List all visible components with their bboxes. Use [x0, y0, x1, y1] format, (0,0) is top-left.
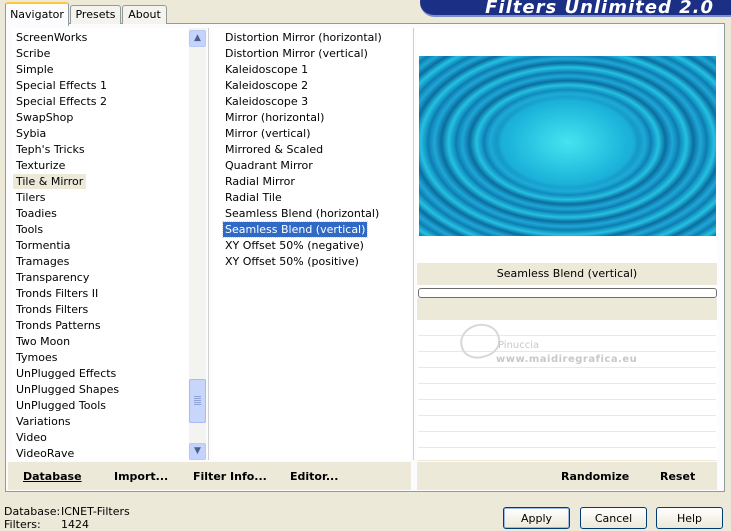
- divider: [413, 28, 414, 460]
- database-label: Database:: [4, 505, 61, 518]
- filter-item[interactable]: Mirror (horizontal): [223, 110, 326, 125]
- title-banner: Filters Unlimited 2.0: [420, 0, 731, 18]
- category-item[interactable]: Transparency: [16, 270, 89, 285]
- filter-item[interactable]: Kaleidoscope 2: [223, 78, 310, 93]
- scroll-up-button[interactable]: ▲: [189, 30, 206, 47]
- divider: [208, 28, 209, 460]
- parameter-row: [418, 384, 716, 400]
- category-item[interactable]: Sybia: [16, 126, 46, 141]
- progress-bar: [418, 288, 717, 298]
- category-item[interactable]: Tramages: [16, 254, 69, 269]
- filter-item[interactable]: Mirrored & Scaled: [223, 142, 325, 157]
- category-item[interactable]: ScreenWorks: [16, 30, 87, 45]
- filter-item[interactable]: Radial Tile: [223, 190, 284, 205]
- randomize-button[interactable]: Randomize: [561, 470, 629, 483]
- scroll-down-button[interactable]: ▼: [189, 443, 206, 460]
- category-item[interactable]: Simple: [16, 62, 54, 77]
- filter-item[interactable]: XY Offset 50% (negative): [223, 238, 366, 253]
- database-value: ICNET-Filters: [61, 505, 130, 518]
- category-item[interactable]: Video: [16, 430, 47, 445]
- category-item[interactable]: Tymoes: [16, 350, 57, 365]
- category-item[interactable]: Scribe: [16, 46, 50, 61]
- scroll-thumb[interactable]: [189, 379, 206, 423]
- category-item[interactable]: Tronds Filters II: [16, 286, 98, 301]
- parameter-row: [418, 448, 716, 461]
- category-item[interactable]: Special Effects 2: [16, 94, 107, 109]
- tab-navigator[interactable]: Navigator: [5, 2, 69, 26]
- category-item[interactable]: Special Effects 1: [16, 78, 107, 93]
- filter-item[interactable]: Seamless Blend (vertical): [221, 221, 369, 238]
- tab-about[interactable]: About: [122, 5, 167, 24]
- category-item[interactable]: Tools: [16, 222, 43, 237]
- category-item[interactable]: Tormentia: [16, 238, 70, 253]
- category-item[interactable]: UnPlugged Shapes: [16, 382, 119, 397]
- database-button[interactable]: Database: [23, 470, 82, 483]
- category-item[interactable]: VideoRave: [16, 446, 74, 461]
- category-item[interactable]: SwapShop: [16, 110, 73, 125]
- grip-icon: [194, 396, 201, 405]
- filter-item[interactable]: Seamless Blend (horizontal): [223, 206, 381, 221]
- category-item[interactable]: Texturize: [16, 158, 65, 173]
- watermark-url: www.maidiregrafica.eu: [496, 354, 638, 365]
- parameter-header: [417, 298, 717, 320]
- parameter-row: [418, 368, 716, 384]
- filter-info-button[interactable]: Filter Info...: [193, 470, 267, 483]
- category-scrollbar[interactable]: ▲ ▼: [189, 28, 206, 460]
- editor-button[interactable]: Editor...: [290, 470, 338, 483]
- category-item[interactable]: UnPlugged Effects: [16, 366, 116, 381]
- filter-list[interactable]: Distortion Mirror (horizontal) Distortion…: [213, 28, 411, 460]
- watermark-name: Pinuccia: [498, 340, 540, 351]
- filter-item[interactable]: Distortion Mirror (horizontal): [223, 30, 384, 45]
- category-item[interactable]: Two Moon: [16, 334, 70, 349]
- category-item[interactable]: Toadies: [16, 206, 57, 221]
- category-item[interactable]: Tile & Mirror: [13, 174, 87, 189]
- filter-item[interactable]: Kaleidoscope 3: [223, 94, 310, 109]
- parameter-row: [418, 432, 716, 448]
- category-item[interactable]: Tronds Patterns: [16, 318, 101, 333]
- preview-image: [419, 56, 716, 236]
- category-item[interactable]: Variations: [16, 414, 71, 429]
- category-item[interactable]: Teph's Tricks: [16, 142, 85, 157]
- filter-item[interactable]: Mirror (vertical): [223, 126, 313, 141]
- filters-value: 1424: [61, 518, 89, 531]
- filters-label: Filters:: [4, 518, 41, 531]
- filter-item[interactable]: Kaleidoscope 1: [223, 62, 310, 77]
- category-item[interactable]: UnPlugged Tools: [16, 398, 106, 413]
- category-item[interactable]: Tronds Filters: [16, 302, 88, 317]
- tab-presets[interactable]: Presets: [70, 5, 121, 24]
- filter-item[interactable]: Distortion Mirror (vertical): [223, 46, 370, 61]
- banner-title: Filters Unlimited 2.0: [485, 0, 714, 18]
- category-item[interactable]: Tilers: [16, 190, 46, 205]
- import-button[interactable]: Import...: [114, 470, 168, 483]
- parameter-row: [418, 416, 716, 432]
- category-list[interactable]: ScreenWorks Scribe Simple Special Effects 1…: [12, 28, 188, 460]
- filter-item[interactable]: Radial Mirror: [223, 174, 297, 189]
- reset-button[interactable]: Reset: [660, 470, 695, 483]
- parameter-row: [418, 400, 716, 416]
- selected-filter-name: Seamless Blend (vertical): [417, 263, 717, 285]
- filter-item[interactable]: Quadrant Mirror: [223, 158, 315, 173]
- filter-item[interactable]: XY Offset 50% (positive): [223, 254, 361, 269]
